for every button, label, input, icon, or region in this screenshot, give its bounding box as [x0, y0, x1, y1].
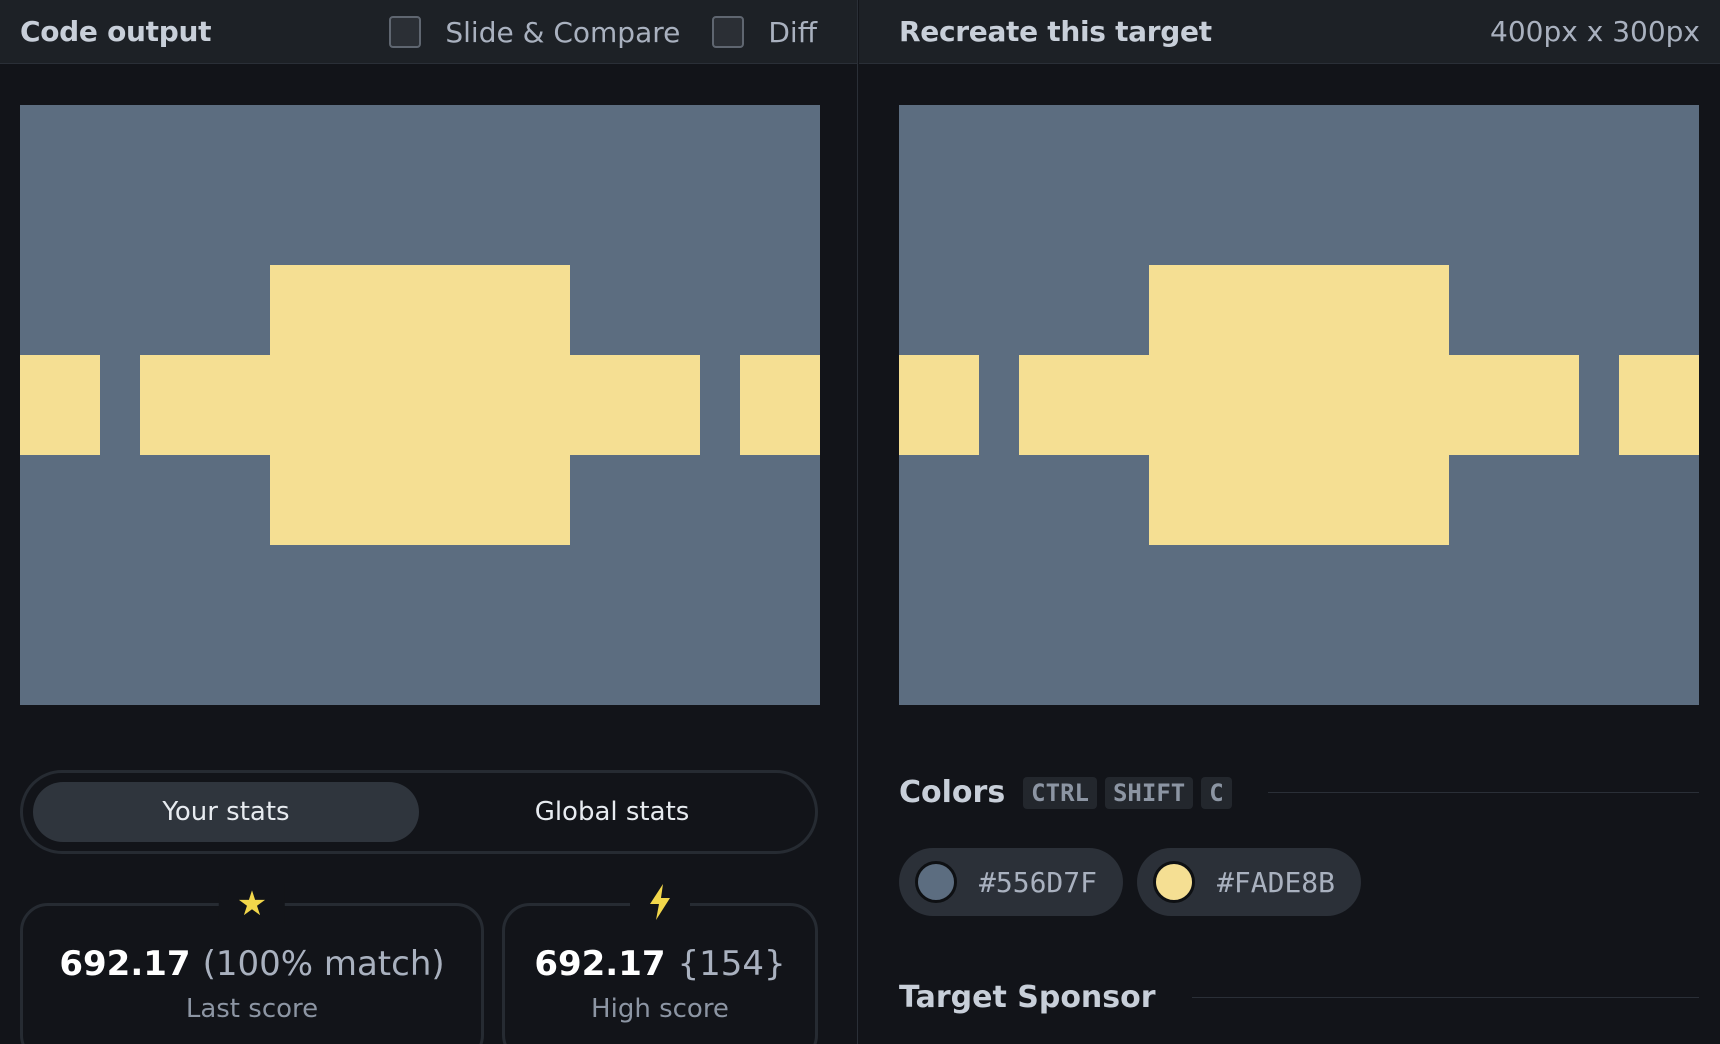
output-left-block [20, 355, 100, 455]
last-score-caption: Last score [185, 994, 319, 1024]
target-canvas[interactable] [899, 105, 1699, 705]
last-score-card: ★ 692.17 (100% match) Last score [20, 884, 484, 1044]
color-swatches: #556D7F #FADE8B [899, 848, 1375, 916]
code-output-panel: Code output Slide & Compare Diff Your st… [0, 0, 858, 1044]
kbd-c: C [1201, 776, 1232, 809]
high-score-value: 692.17 [534, 944, 666, 984]
target-panel: Recreate this target 400px x 300px Color… [859, 0, 1720, 1044]
last-score-value: 692.17 [59, 944, 191, 984]
high-score-card: 692.17 {154} High score [502, 884, 818, 1044]
tab-your-stats[interactable]: Your stats [33, 782, 419, 842]
slide-compare-toggle[interactable]: Slide & Compare [389, 16, 680, 49]
target-left-block [899, 355, 979, 455]
stats-tab-switcher: Your stats Global stats [20, 770, 818, 854]
sponsor-divider [1191, 997, 1699, 998]
target-center-block [1149, 265, 1449, 545]
code-output-title: Code output [20, 15, 212, 48]
color-dot-yellow [1153, 861, 1196, 903]
slide-compare-checkbox[interactable] [389, 16, 422, 48]
code-output-header: Code output Slide & Compare Diff [0, 0, 857, 64]
last-score-line: 692.17 (100% match) [23, 944, 481, 984]
sponsor-header: Target Sponsor [899, 980, 1699, 1015]
color-dot-slate [915, 861, 957, 903]
high-score-caption: High score [591, 994, 729, 1024]
view-toggles: Slide & Compare Diff [389, 0, 817, 64]
output-center-block [270, 265, 570, 545]
lightning-icon [630, 884, 690, 929]
diff-toggle[interactable]: Diff [712, 16, 817, 49]
colors-title: Colors [899, 775, 1006, 810]
high-score-chars: {154} [677, 944, 786, 984]
slide-compare-label: Slide & Compare [445, 15, 681, 49]
kbd-shift: SHIFT [1104, 776, 1194, 809]
output-right-block [740, 355, 820, 455]
diff-checkbox[interactable] [712, 16, 745, 48]
kbd-ctrl: CTRL [1023, 776, 1097, 809]
target-header: Recreate this target 400px x 300px [859, 0, 1720, 64]
tab-global-stats[interactable]: Global stats [419, 782, 805, 842]
color-swatch-slate[interactable]: #556D7F [899, 848, 1124, 916]
target-right-block [1619, 355, 1699, 455]
last-score-match: (100% match) [202, 944, 445, 984]
target-dimensions: 400px x 300px [1490, 15, 1700, 48]
sponsor-title: Target Sponsor [899, 980, 1156, 1015]
code-output-canvas[interactable] [20, 105, 820, 705]
colors-divider [1267, 792, 1699, 793]
colors-header: Colors CTRL SHIFT C [899, 775, 1699, 810]
color-swatch-yellow[interactable]: #FADE8B [1137, 848, 1362, 916]
star-icon: ★ [218, 884, 286, 924]
high-score-line: 692.17 {154} [505, 944, 815, 984]
color-hex-yellow: #FADE8B [1217, 865, 1336, 899]
diff-label: Diff [768, 15, 817, 49]
color-hex-slate: #556D7F [979, 865, 1098, 899]
target-title: Recreate this target [899, 15, 1212, 48]
